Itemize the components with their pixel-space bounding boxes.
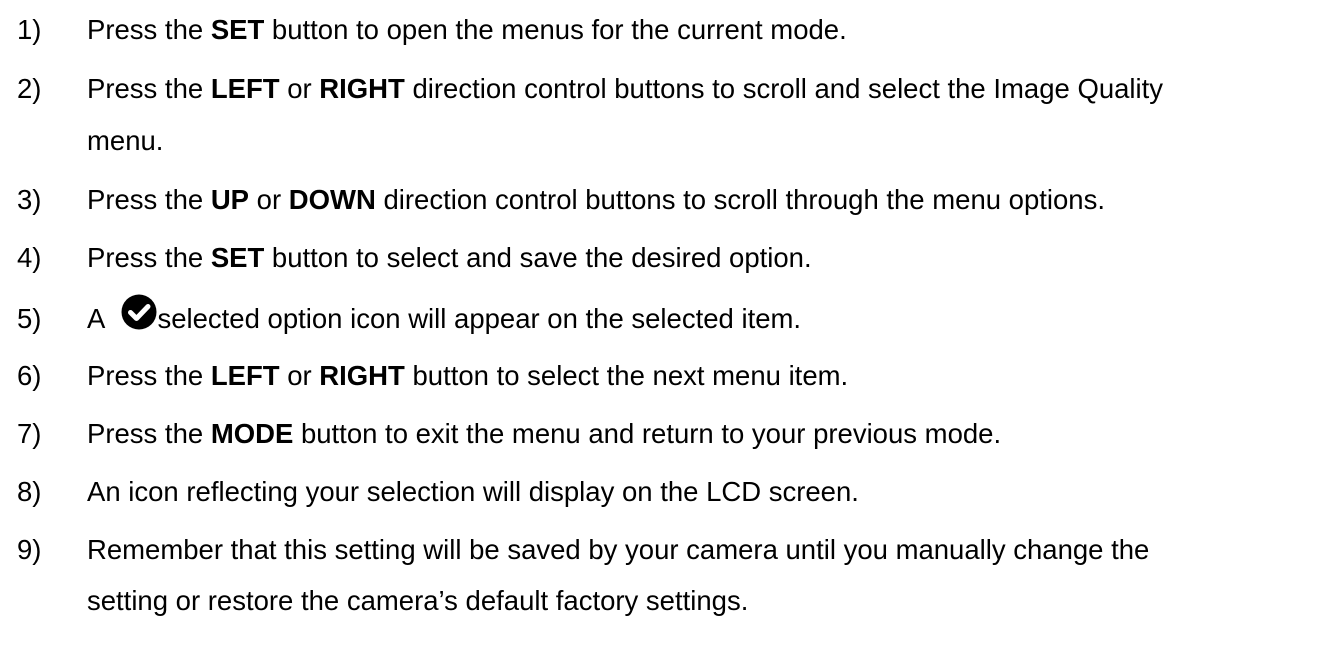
step-text: An icon reflecting your selection will d…: [87, 467, 859, 517]
step-text: Press the LEFT or RIGHT direction contro…: [87, 64, 1163, 114]
step-keyword: RIGHT: [319, 73, 405, 104]
step-number: 1): [17, 14, 42, 45]
step-text-part: button to select and save the desired op…: [264, 242, 812, 273]
step-text-part: button to open the menus for the current…: [264, 14, 847, 45]
step-text-part: button to exit the menu and return to yo…: [293, 418, 1002, 449]
step-text: Press the MODE button to exit the menu a…: [87, 409, 1001, 459]
step-keyword: SET: [210, 14, 265, 45]
step-number: 8): [17, 476, 42, 507]
step-keyword: RIGHT: [319, 360, 405, 391]
step-text: Press the SET button to select and save …: [87, 233, 812, 283]
step-text-part: Press the: [87, 242, 211, 273]
step-text: Press the UP or DOWN direction control b…: [87, 175, 1105, 225]
step-text-part: selected option icon will appear on the …: [157, 303, 802, 334]
step-text-part: Remember that this setting will be saved…: [87, 534, 1150, 565]
step-text-part: Press the: [87, 360, 211, 391]
step-text-part: button to select the next menu item.: [404, 360, 849, 391]
step-number: 2): [17, 73, 42, 104]
step-text-part: or: [249, 184, 289, 215]
step-text-part: Press the: [87, 73, 211, 104]
step-text-part: Press the: [87, 184, 211, 215]
step-keyword: LEFT: [210, 360, 280, 391]
step-text: Remember that this setting will be saved…: [87, 525, 1149, 575]
step-text: menu.: [87, 125, 164, 156]
step-number: 5): [17, 303, 42, 334]
step-text: A selected option icon will appear on th…: [87, 294, 801, 344]
step-number: 9): [17, 534, 42, 565]
step-keyword: SET: [210, 242, 265, 273]
step-text-part: direction control buttons to scroll and …: [404, 73, 1164, 104]
step-text-part: or: [279, 360, 320, 391]
step-text: setting or restore the camera’s default …: [87, 585, 749, 616]
step-number: 6): [17, 360, 42, 391]
step-text-part: Press the: [87, 418, 211, 449]
step-number: 7): [17, 418, 42, 449]
step-keyword: UP: [210, 184, 250, 215]
check-circle-icon: [121, 294, 157, 330]
step-text: Press the SET button to open the menus f…: [87, 5, 847, 55]
step-number: 3): [17, 184, 42, 215]
step-keyword: LEFT: [210, 73, 280, 104]
step-number: 4): [17, 242, 42, 273]
step-text-part: or: [279, 73, 320, 104]
step-text-part: An icon reflecting your selection will d…: [87, 476, 859, 507]
step-keyword: MODE: [210, 418, 294, 449]
step-keyword: DOWN: [288, 184, 376, 215]
step-text-part: Press the: [87, 14, 211, 45]
step-text-part: A: [87, 303, 112, 334]
step-text: Press the LEFT or RIGHT button to select…: [87, 351, 848, 401]
step-text-part: direction control buttons to scroll thro…: [375, 184, 1105, 215]
